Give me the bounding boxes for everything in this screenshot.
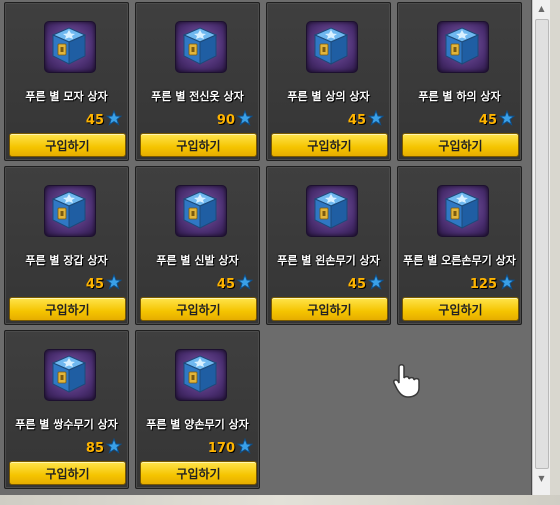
item-price: 170 [207, 437, 254, 458]
item-name: 푸른 별 신발 상자 [156, 254, 239, 267]
item-name: 푸른 별 모자 상자 [25, 90, 108, 103]
item-price: 45 [478, 109, 516, 130]
item-price: 45 [347, 273, 385, 294]
buy-button[interactable]: 구입하기 [9, 133, 126, 157]
price-value: 45 [478, 112, 497, 128]
item-price: 125 [469, 273, 516, 294]
item-price: 45 [85, 109, 123, 130]
blue-star-box-icon[interactable] [175, 185, 227, 237]
scroll-thumb[interactable] [535, 19, 549, 469]
blue-star-box-icon[interactable] [175, 349, 227, 401]
price-value: 45 [85, 112, 104, 128]
item-name: 푸른 별 왼손무기 상자 [277, 254, 380, 267]
item-name: 푸른 별 하의 상자 [418, 90, 501, 103]
blue-star-icon [498, 109, 516, 130]
buy-button[interactable]: 구입하기 [9, 297, 126, 321]
shop-item-card[interactable]: 푸른 별 상의 상자 45 구입하기 [266, 2, 391, 161]
buy-button[interactable]: 구입하기 [9, 461, 126, 485]
item-price: 45 [216, 273, 254, 294]
shop-item-card[interactable]: 푸른 별 양손무기 상자 170 구입하기 [135, 330, 260, 489]
price-value: 45 [216, 276, 235, 292]
scrollbar[interactable]: ▲ ▼ [532, 0, 550, 495]
item-name: 푸른 별 오른손무기 상자 [403, 254, 516, 267]
blue-star-icon [236, 437, 254, 458]
price-value: 45 [347, 112, 366, 128]
blue-star-icon [236, 109, 254, 130]
blue-star-box-icon[interactable] [175, 21, 227, 73]
buy-button[interactable]: 구입하기 [140, 461, 257, 485]
item-name: 푸른 별 쌍수무기 상자 [15, 418, 118, 431]
blue-star-icon [105, 109, 123, 130]
price-value: 170 [207, 440, 235, 456]
buy-button[interactable]: 구입하기 [402, 297, 519, 321]
item-name: 푸른 별 장갑 상자 [25, 254, 108, 267]
item-price: 45 [85, 273, 123, 294]
buy-button[interactable]: 구입하기 [402, 133, 519, 157]
blue-star-box-icon[interactable] [437, 185, 489, 237]
shop-item-card[interactable]: 푸른 별 쌍수무기 상자 85 구입하기 [4, 330, 129, 489]
price-value: 85 [85, 440, 104, 456]
shop-item-card[interactable]: 푸른 별 전신옷 상자 90 구입하기 [135, 2, 260, 161]
scroll-up-icon[interactable]: ▲ [533, 0, 550, 17]
hand-pointer-icon [393, 363, 427, 403]
item-name: 푸른 별 상의 상자 [287, 90, 370, 103]
background-strip [0, 495, 560, 505]
price-value: 45 [85, 276, 104, 292]
item-price: 85 [85, 437, 123, 458]
blue-star-box-icon[interactable] [44, 349, 96, 401]
blue-star-box-icon[interactable] [306, 185, 358, 237]
shop-item-card[interactable]: 푸른 별 신발 상자 45 구입하기 [135, 166, 260, 325]
price-value: 45 [347, 276, 366, 292]
price-value: 90 [216, 112, 235, 128]
item-name: 푸른 별 양손무기 상자 [146, 418, 249, 431]
item-price: 90 [216, 109, 254, 130]
shop-item-card[interactable]: 푸른 별 모자 상자 45 구입하기 [4, 2, 129, 161]
price-value: 125 [469, 276, 497, 292]
shop-item-card[interactable]: 푸른 별 장갑 상자 45 구입하기 [4, 166, 129, 325]
buy-button[interactable]: 구입하기 [140, 297, 257, 321]
blue-star-icon [105, 273, 123, 294]
blue-star-icon [367, 273, 385, 294]
blue-star-icon [498, 273, 516, 294]
blue-star-box-icon[interactable] [44, 21, 96, 73]
shop-item-card[interactable]: 푸른 별 오른손무기 상자 125 구입하기 [397, 166, 522, 325]
buy-button[interactable]: 구입하기 [271, 133, 388, 157]
shop-item-card[interactable]: 푸른 별 하의 상자 45 구입하기 [397, 2, 522, 161]
blue-star-icon [236, 273, 254, 294]
item-price: 45 [347, 109, 385, 130]
blue-star-icon [367, 109, 385, 130]
buy-button[interactable]: 구입하기 [271, 297, 388, 321]
blue-star-box-icon[interactable] [437, 21, 489, 73]
shop-item-card[interactable]: 푸른 별 왼손무기 상자 45 구입하기 [266, 166, 391, 325]
buy-button[interactable]: 구입하기 [140, 133, 257, 157]
item-name: 푸른 별 전신옷 상자 [151, 90, 244, 103]
blue-star-box-icon[interactable] [306, 21, 358, 73]
blue-star-icon [105, 437, 123, 458]
blue-star-box-icon[interactable] [44, 185, 96, 237]
scroll-down-icon[interactable]: ▼ [533, 470, 550, 487]
